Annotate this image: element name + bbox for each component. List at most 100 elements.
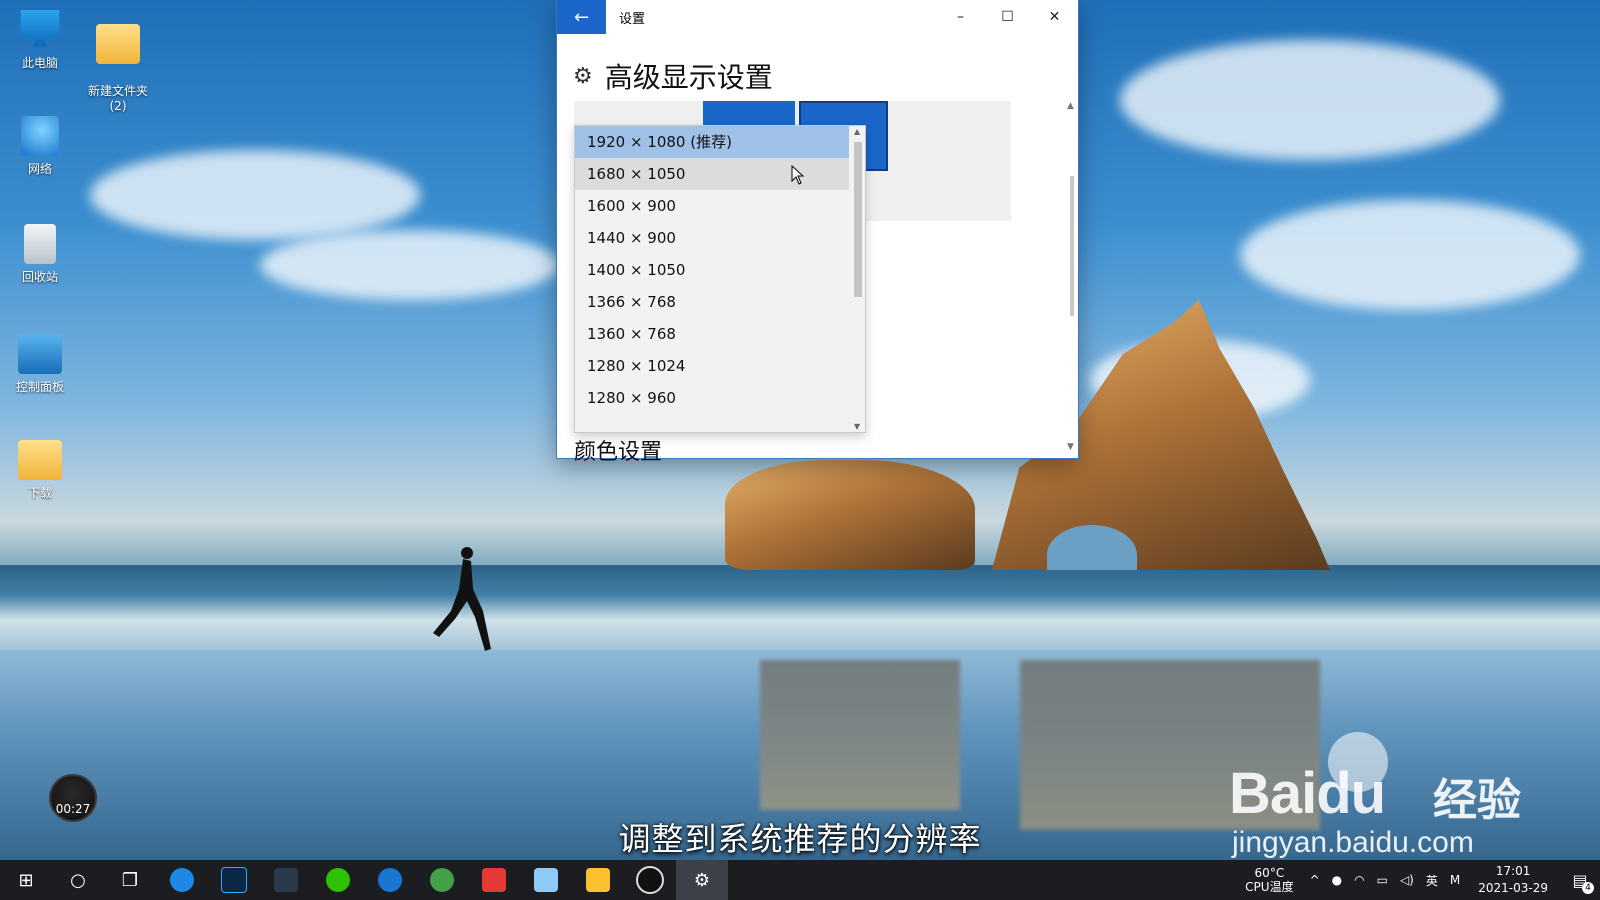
resolution-option[interactable]: 1600 × 900 <box>575 190 849 222</box>
start-icon: ⊞ <box>18 869 34 891</box>
desktop-icon-label: 下载 <box>27 486 52 500</box>
cpu-temperature[interactable]: 60°C CPU温度 <box>1235 866 1303 894</box>
page-heading: ⚙ 高级显示设置 <box>573 56 773 96</box>
desktop-icon-new-folder[interactable]: 新建文件夹 (2) <box>82 10 154 127</box>
music-icon <box>636 866 664 894</box>
ime-indicator[interactable]: 英 <box>1420 872 1444 889</box>
desktop-icon-recycle-bin[interactable]: 回收站 <box>4 224 76 285</box>
page-scrollbar[interactable]: ▲ ▼ <box>1066 101 1078 456</box>
section-heading-color: 颜色设置 <box>574 440 663 465</box>
scroll-down-icon[interactable]: ▼ <box>1067 442 1074 452</box>
taskbar-app-photoshop[interactable] <box>208 860 260 900</box>
settings-icon: ⚙ <box>693 869 711 891</box>
tray-app-icon[interactable]: ● <box>1326 873 1348 887</box>
minimize-icon: – <box>957 9 964 25</box>
resolution-option[interactable]: 1440 × 900 <box>575 222 849 254</box>
task-view-button[interactable]: ❐ <box>104 860 156 900</box>
network-icon <box>21 116 59 156</box>
download-manager-icon <box>274 868 298 892</box>
gear-icon: ⚙ <box>573 63 593 89</box>
settings-window: ← 设置 – ☐ ✕ ⚙ 高级显示设置 颜色设置 ▲ ▼ 1920 × 1080… <box>557 0 1078 465</box>
sogou-icon <box>170 868 194 892</box>
desktop-icon-label: 新建文件夹 (2) <box>87 84 148 113</box>
clock[interactable]: 17:01 2021-03-29 <box>1466 863 1560 897</box>
start-button[interactable]: ⊞ <box>0 860 52 900</box>
dropdown-scrollbar[interactable]: ▲ ▼ <box>851 126 865 432</box>
computer-icon <box>20 10 60 47</box>
taskbar-app-explorer[interactable] <box>572 860 624 900</box>
desktop-icon-label: 此电脑 <box>21 56 58 70</box>
resolution-option[interactable]: 1680 × 1050 <box>575 158 849 190</box>
desktop-icon-label: 回收站 <box>21 270 58 284</box>
window-title: 设置 <box>619 11 646 27</box>
cloud <box>260 230 560 300</box>
watermark-logo: Baidu <box>1229 761 1386 826</box>
taskbar-app-wechat[interactable] <box>312 860 364 900</box>
back-button[interactable]: ← <box>557 0 606 34</box>
watermark-brand: 经验 <box>1433 775 1521 826</box>
cloud <box>1240 200 1580 310</box>
file-explorer-icon <box>586 868 610 892</box>
scroll-up-icon[interactable]: ▲ <box>1067 101 1074 111</box>
desktop-icon-network[interactable]: 网络 <box>4 116 76 177</box>
resolution-option[interactable]: 1920 × 1080 (推荐) <box>575 126 849 158</box>
control-panel-icon <box>18 334 62 374</box>
browser-icon <box>378 868 402 892</box>
taskbar-app-green-browser[interactable] <box>416 860 468 900</box>
taskbar-app-settings[interactable]: ⚙ <box>676 860 728 900</box>
green-browser-icon <box>430 868 454 892</box>
recycle-bin-icon <box>24 224 56 264</box>
search-icon: ○ <box>70 869 86 891</box>
system-tray: 60°C CPU温度 ^ ● ◠ ▭ ◁) 英 M 17:01 2021-03-… <box>1235 860 1600 900</box>
wechat-icon <box>326 868 350 892</box>
wps-icon <box>482 868 506 892</box>
desktop-icon-downloads[interactable]: 下载 <box>4 440 76 501</box>
clock-date: 2021-03-29 <box>1478 881 1548 895</box>
rock-left <box>725 460 975 570</box>
search-button[interactable]: ○ <box>52 860 104 900</box>
title-bar[interactable]: ← 设置 – ☐ ✕ <box>557 0 1078 34</box>
cloud <box>1120 40 1500 160</box>
taskbar-app-browser[interactable] <box>364 860 416 900</box>
resolution-option[interactable]: 1280 × 1024 <box>575 350 849 382</box>
notepad-icon <box>534 868 558 892</box>
scrollbar-thumb[interactable] <box>1070 176 1074 316</box>
desktop-icon-label: 控制面板 <box>15 380 64 394</box>
resolution-dropdown-list[interactable]: 1920 × 1080 (推荐) 1680 × 1050 1600 × 900 … <box>574 125 866 433</box>
input-method-icon[interactable]: M <box>1444 873 1466 887</box>
taskbar-app-notepad[interactable] <box>520 860 572 900</box>
desktop-icon-control-panel[interactable]: 控制面板 <box>4 334 76 395</box>
minimize-button[interactable]: – <box>937 0 984 34</box>
notification-badge: 4 <box>1582 882 1594 894</box>
resolution-option[interactable]: 1366 × 768 <box>575 286 849 318</box>
taskbar: ⊞ ○ ❐ ⚙ 60°C CPU温度 ^ ● ◠ ▭ ◁) 英 M 17:01 … <box>0 860 1600 900</box>
folder-icon <box>96 24 140 64</box>
taskbar-app-music[interactable] <box>624 860 676 900</box>
taskbar-app-wps[interactable] <box>468 860 520 900</box>
scroll-up-icon[interactable]: ▲ <box>854 127 860 136</box>
clock-time: 17:01 <box>1495 864 1531 878</box>
cpu-temp-value: 60°C <box>1254 866 1285 880</box>
resolution-option[interactable]: 1360 × 768 <box>575 318 849 350</box>
resolution-option[interactable]: 1400 × 1050 <box>575 254 849 286</box>
maximize-button[interactable]: ☐ <box>984 0 1031 34</box>
wifi-icon[interactable]: ◠ <box>1348 873 1370 887</box>
rock-reflection <box>760 660 960 810</box>
volume-icon[interactable]: ◁) <box>1394 873 1420 887</box>
page-title: 高级显示设置 <box>604 61 773 94</box>
close-button[interactable]: ✕ <box>1031 0 1078 34</box>
resolution-option[interactable]: 1280 × 960 <box>575 382 849 414</box>
scrollbar-thumb[interactable] <box>854 142 862 297</box>
taskbar-app-sogou[interactable] <box>156 860 208 900</box>
desktop-icon-this-pc[interactable]: 此电脑 <box>4 10 76 71</box>
battery-icon[interactable]: ▭ <box>1371 873 1394 887</box>
download-folder-icon <box>18 440 62 480</box>
runner-silhouette <box>433 547 491 651</box>
desktop-icon-label: 网络 <box>27 162 52 176</box>
taskbar-app-download[interactable] <box>260 860 312 900</box>
action-center-button[interactable]: ▤ 4 <box>1560 860 1600 900</box>
scroll-down-icon[interactable]: ▼ <box>854 422 860 431</box>
cloud <box>90 150 420 240</box>
show-hidden-icons-icon[interactable]: ^ <box>1304 873 1326 887</box>
mouse-cursor-icon <box>791 165 805 185</box>
